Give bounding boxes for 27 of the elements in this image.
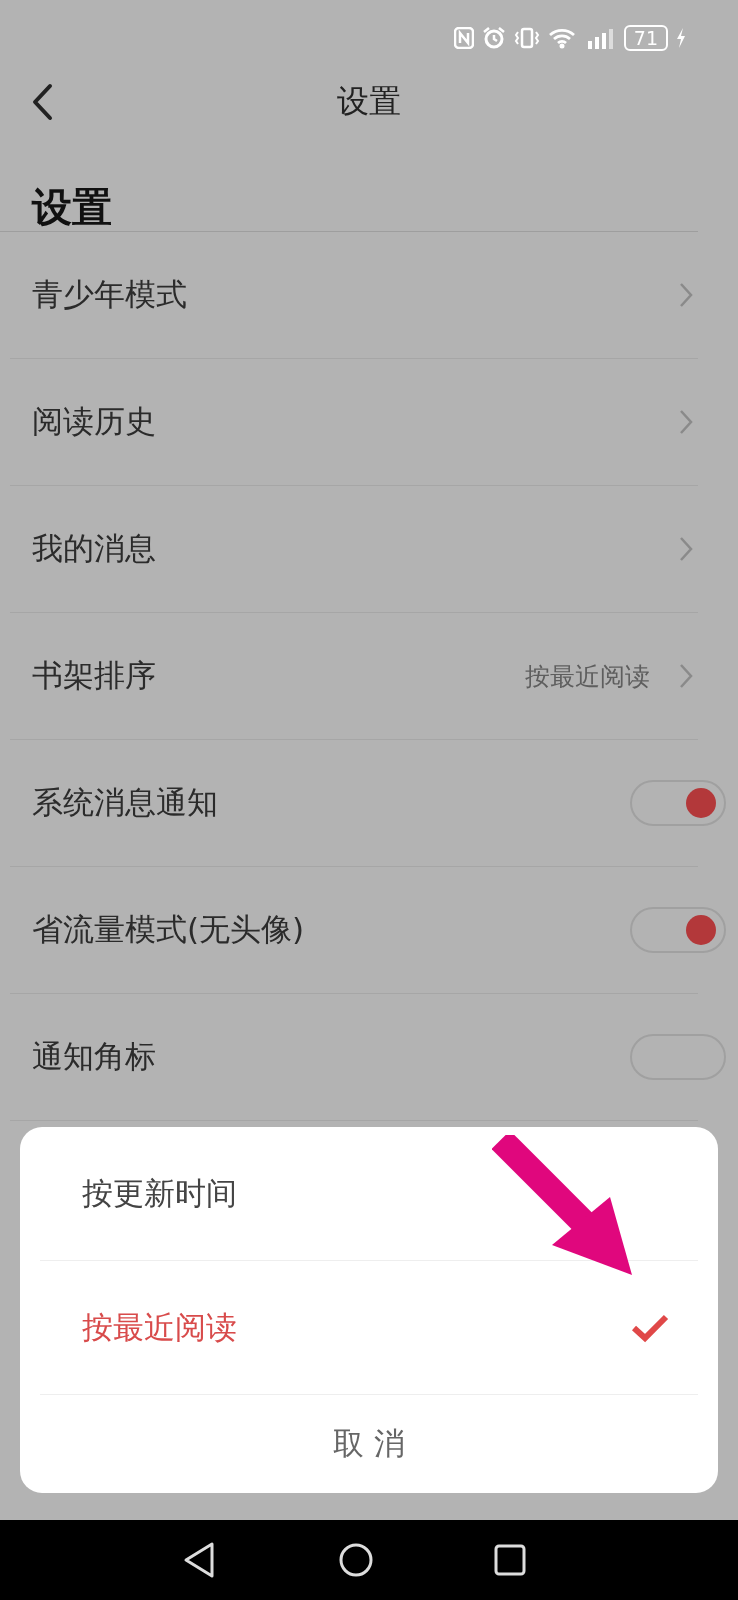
- setting-label: 我的消息: [32, 529, 156, 568]
- back-icon[interactable]: [30, 82, 54, 122]
- chevron-icon[interactable]: [678, 408, 694, 436]
- signal-icon: [585, 26, 616, 50]
- vibrate-icon: [513, 27, 540, 49]
- battery-level: 71: [623, 25, 668, 51]
- setting-label: 省流量模式(无头像): [32, 910, 305, 949]
- home-icon[interactable]: [338, 1542, 374, 1578]
- toggle-switch[interactable]: [630, 907, 726, 953]
- nfc-icon: [453, 27, 474, 49]
- cancel-button[interactable]: 取 消: [40, 1395, 698, 1493]
- recents-icon[interactable]: [494, 1544, 526, 1576]
- chevron-icon[interactable]: [678, 281, 694, 309]
- alarm-icon: [481, 26, 506, 50]
- section-heading: 设置: [0, 140, 698, 232]
- chevron-icon[interactable]: [678, 535, 694, 563]
- setting-label: 通知角标: [32, 1037, 156, 1076]
- setting-label: 书架排序: [32, 656, 156, 695]
- setting-label: 系统消息通知: [32, 783, 218, 822]
- charging-icon: [676, 27, 686, 49]
- setting-label: 阅读历史: [32, 402, 156, 441]
- setting-label: 青少年模式: [32, 275, 187, 314]
- chevron-icon[interactable]: [678, 662, 694, 690]
- toggle-switch[interactable]: [630, 780, 726, 826]
- check-icon: [630, 1312, 670, 1343]
- page-title: 设置: [337, 81, 401, 122]
- setting-value: 按最近阅读: [525, 660, 650, 693]
